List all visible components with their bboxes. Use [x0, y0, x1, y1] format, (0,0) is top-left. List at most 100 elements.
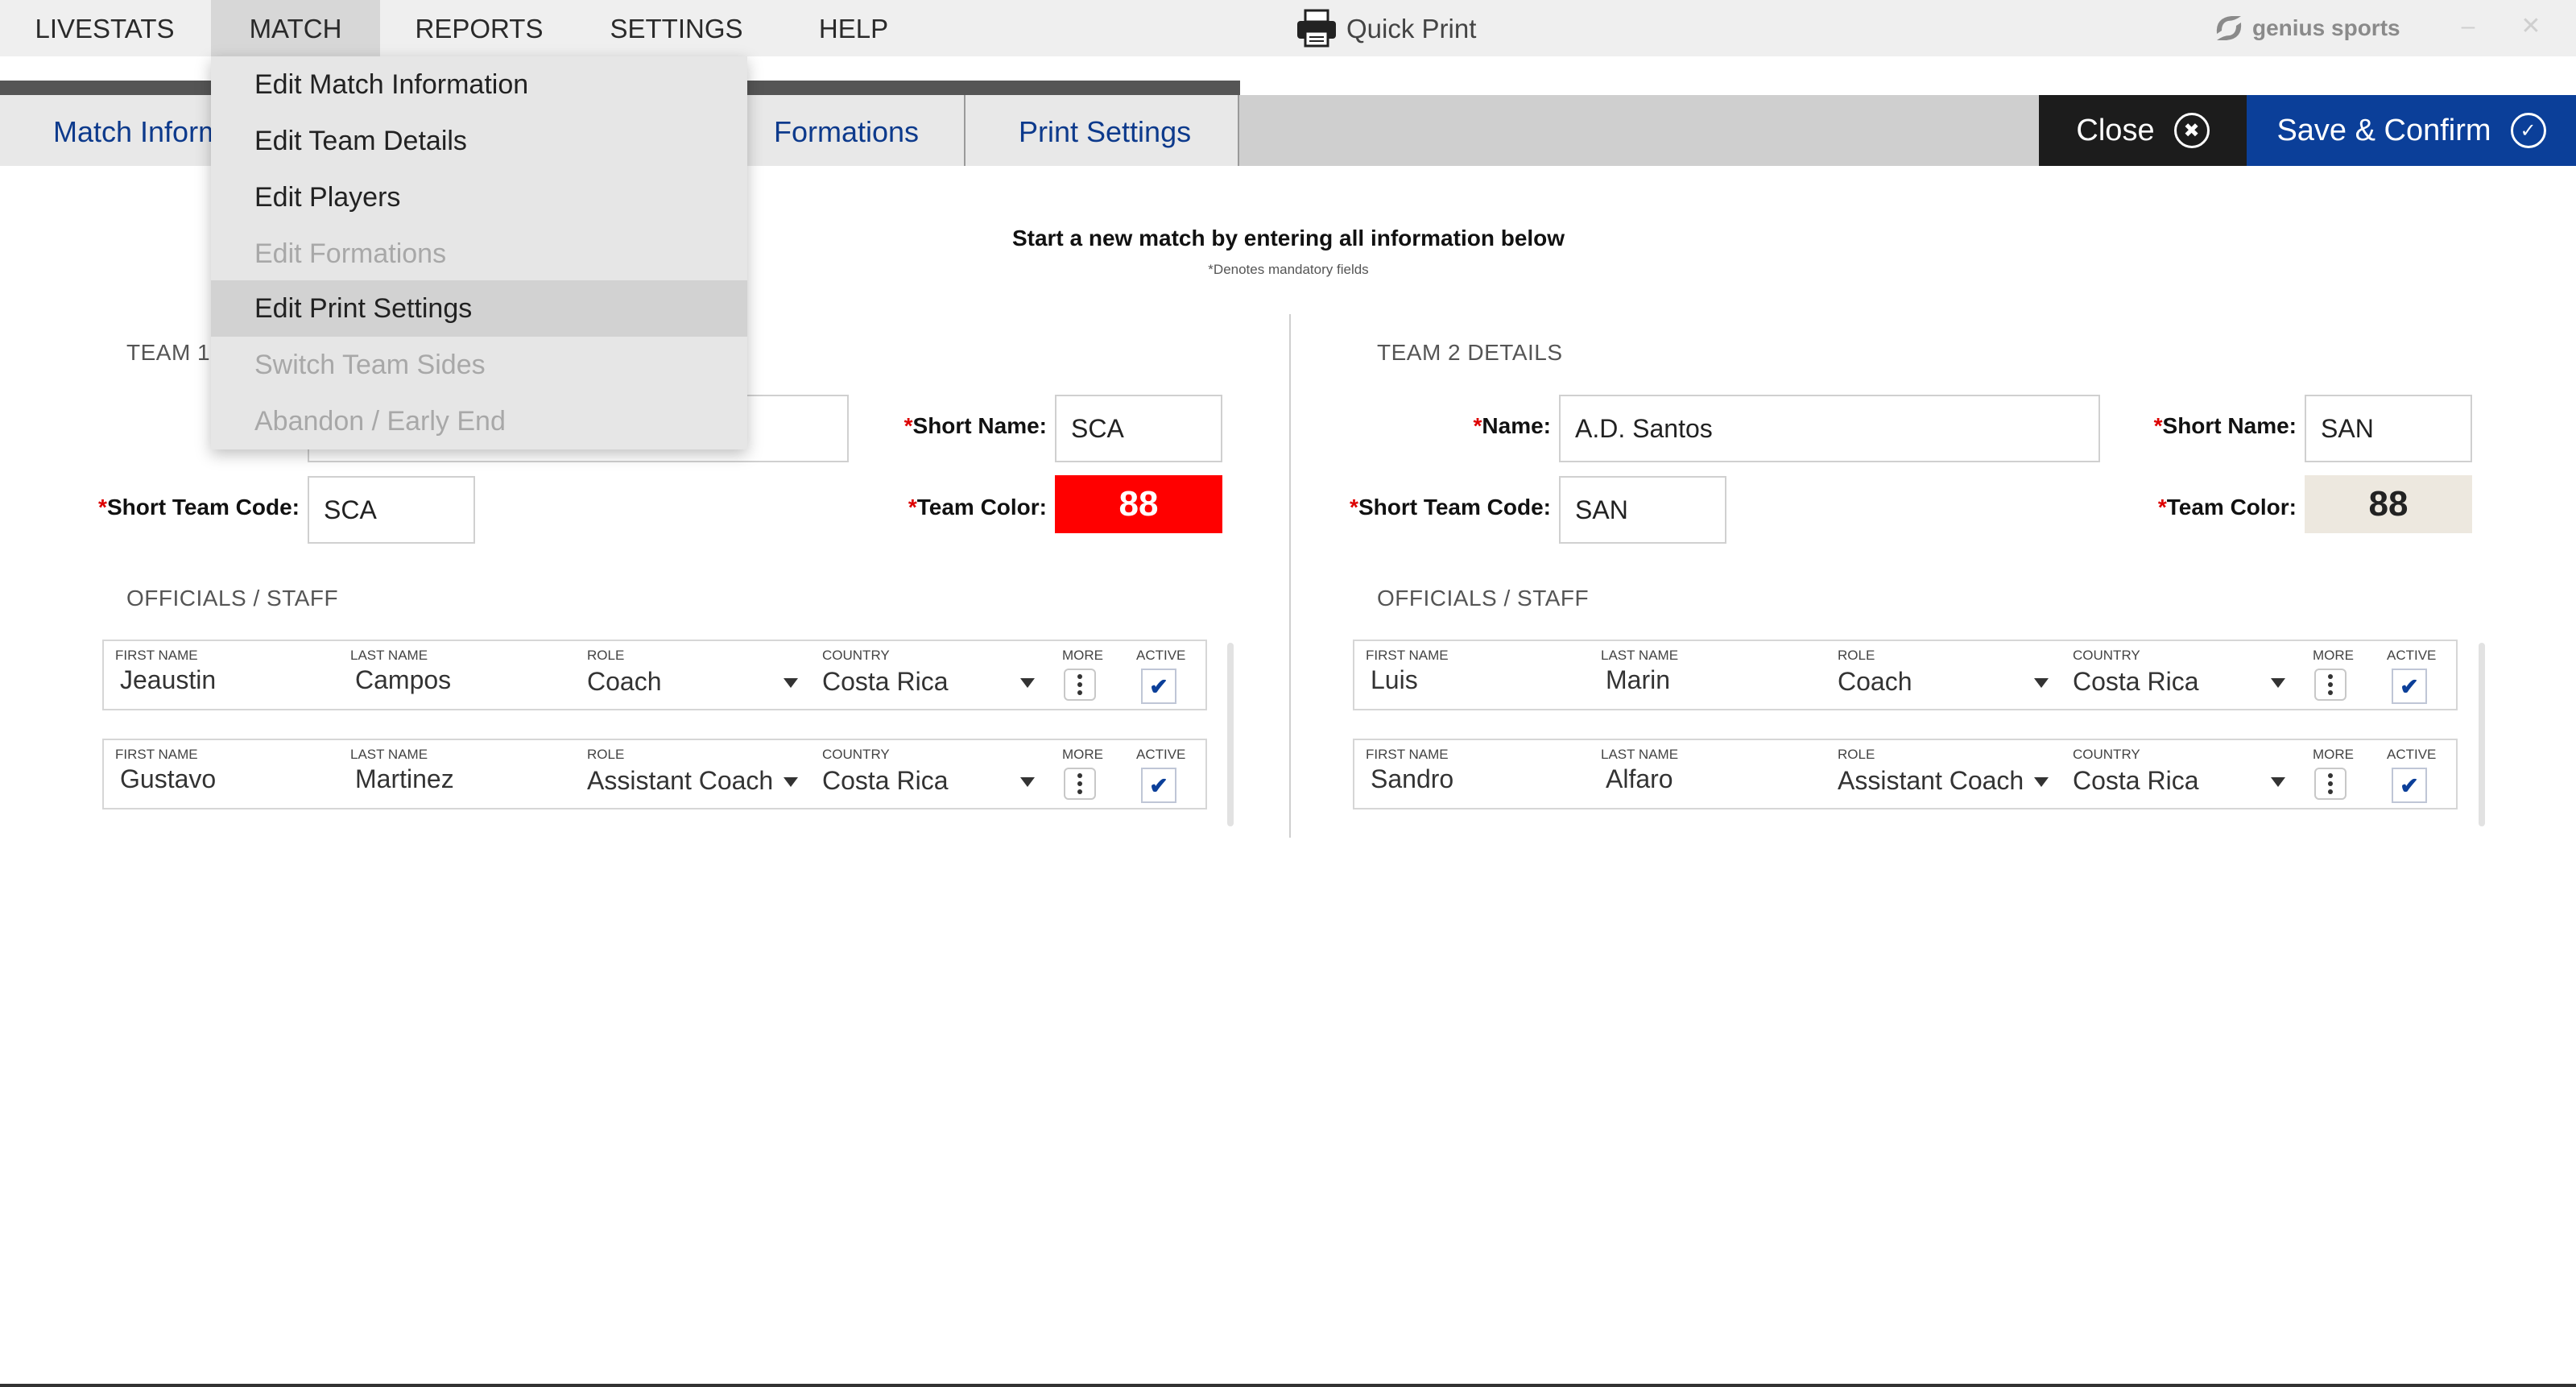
- role-label: ROLE: [587, 747, 625, 762]
- team2-name-label: *Name:: [1473, 413, 1552, 438]
- country-label: COUNTRY: [2073, 648, 2140, 663]
- first-name-label: FIRST NAME: [1366, 747, 1449, 762]
- team2-short-team-code-label: *Short Team Code:: [1350, 495, 1551, 520]
- window-close-button[interactable]: ✕: [2519, 14, 2543, 39]
- more-options-button[interactable]: [2314, 669, 2347, 701]
- active-checkbox[interactable]: ✔: [2392, 768, 2427, 803]
- team1-short-name-label: *Short Name:: [903, 413, 1047, 438]
- more-label: MORE: [2313, 747, 2354, 762]
- last-name-field[interactable]: Martinez: [355, 764, 454, 794]
- country-select[interactable]: Costa Rica: [2073, 766, 2199, 796]
- dropdown-abandon-early-end: Abandon / Early End: [254, 406, 506, 437]
- first-name-field[interactable]: Luis: [1371, 665, 1418, 695]
- chevron-down-icon[interactable]: [1020, 777, 1035, 787]
- more-options-button[interactable]: [2314, 768, 2347, 800]
- role-select[interactable]: Coach: [1838, 667, 1912, 697]
- more-options-button[interactable]: [1064, 768, 1096, 800]
- mandatory-note: *Denotes mandatory fields: [1208, 262, 1369, 277]
- team1-team-color-label: *Team Color:: [908, 495, 1047, 520]
- country-select[interactable]: Costa Rica: [822, 667, 949, 697]
- tab-formations[interactable]: Formations: [719, 95, 965, 166]
- team1-staff-row: FIRST NAME Jeaustin LAST NAME Campos ROL…: [102, 640, 1207, 710]
- dropdown-edit-formations: Edit Formations: [254, 238, 447, 269]
- team1-team-color-swatch[interactable]: 88: [1055, 475, 1222, 533]
- team2-short-name-input[interactable]: SAN: [2305, 395, 2472, 462]
- menu-reports[interactable]: REPORTS: [395, 0, 564, 56]
- window-bottom-border: [0, 1384, 2576, 1387]
- country-select[interactable]: Costa Rica: [822, 766, 949, 796]
- last-name-field[interactable]: Marin: [1606, 665, 1670, 695]
- dropdown-edit-match-information[interactable]: Edit Match Information: [211, 56, 747, 113]
- team1-short-team-code-input[interactable]: SCA: [308, 476, 475, 544]
- role-label: ROLE: [587, 648, 625, 663]
- active-checkbox[interactable]: ✔: [1141, 669, 1176, 704]
- close-button[interactable]: Close ✖: [2039, 95, 2247, 166]
- first-name-field[interactable]: Jeaustin: [120, 665, 216, 695]
- first-name-label: FIRST NAME: [115, 648, 198, 663]
- chevron-down-icon[interactable]: [2271, 678, 2285, 688]
- menu-settings[interactable]: SETTINGS: [588, 0, 765, 56]
- role-select[interactable]: Coach: [587, 667, 662, 697]
- active-checkbox[interactable]: ✔: [2392, 669, 2427, 704]
- active-label: ACTIVE: [2387, 648, 2437, 663]
- more-options-button[interactable]: [1064, 669, 1096, 701]
- save-confirm-button[interactable]: Save & Confirm ✓: [2247, 95, 2576, 166]
- first-name-field[interactable]: Gustavo: [120, 764, 216, 794]
- team2-staff-row: FIRST NAME Sandro LAST NAME Alfaro ROLE …: [1353, 739, 2458, 809]
- close-circle-icon: ✖: [2173, 113, 2210, 148]
- team1-officials-heading: OFFICIALS / STAFF: [126, 586, 339, 611]
- first-name-label: FIRST NAME: [1366, 648, 1449, 663]
- role-select[interactable]: Assistant Coach: [1838, 766, 2024, 796]
- more-label: MORE: [2313, 648, 2354, 663]
- country-label: COUNTRY: [822, 747, 890, 762]
- menu-help[interactable]: HELP: [789, 0, 918, 56]
- chevron-down-icon[interactable]: [784, 777, 798, 787]
- check-circle-icon: ✓: [2510, 113, 2546, 148]
- first-name-field[interactable]: Sandro: [1371, 764, 1453, 794]
- dropdown-edit-team-details[interactable]: Edit Team Details: [211, 113, 747, 169]
- last-name-field[interactable]: Campos: [355, 665, 451, 695]
- team1-staff-scrollbar[interactable]: [1227, 643, 1234, 826]
- active-label: ACTIVE: [2387, 747, 2437, 762]
- genius-sports-logo: genius sports: [2210, 8, 2400, 48]
- last-name-label: LAST NAME: [350, 648, 428, 663]
- chevron-down-icon[interactable]: [784, 678, 798, 688]
- dropdown-edit-print-settings[interactable]: Edit Print Settings: [211, 280, 747, 337]
- team2-short-name-label: *Short Name:: [2153, 413, 2297, 438]
- team2-name-input[interactable]: A.D. Santos: [1559, 395, 2100, 462]
- save-confirm-label: Save & Confirm: [2276, 113, 2491, 147]
- last-name-label: LAST NAME: [1601, 648, 1679, 663]
- close-button-label: Close: [2076, 113, 2155, 147]
- team2-staff-scrollbar[interactable]: [2479, 643, 2485, 826]
- team2-team-color-swatch[interactable]: 88: [2305, 475, 2472, 533]
- dropdown-switch-team-sides: Switch Team Sides: [254, 350, 486, 380]
- intro-title: Start a new match by entering all inform…: [1011, 226, 1565, 250]
- country-select[interactable]: Costa Rica: [2073, 667, 2199, 697]
- team2-short-team-code-input[interactable]: SAN: [1559, 476, 1726, 544]
- genius-sports-logo-icon: [2216, 16, 2242, 40]
- team2-team-color-label: *Team Color:: [2157, 495, 2297, 520]
- menu-livestats[interactable]: LIVESTATS: [24, 0, 185, 56]
- tab-print-settings[interactable]: Print Settings: [965, 95, 1239, 166]
- chevron-down-icon[interactable]: [2034, 777, 2049, 787]
- dropdown-edit-players[interactable]: Edit Players: [211, 169, 747, 226]
- last-name-field[interactable]: Alfaro: [1606, 764, 1673, 794]
- tab-match-information[interactable]: Match Information: [0, 95, 217, 166]
- role-select[interactable]: Assistant Coach: [587, 766, 773, 796]
- country-label: COUNTRY: [2073, 747, 2140, 762]
- chevron-down-icon[interactable]: [2034, 678, 2049, 688]
- active-label: ACTIVE: [1136, 747, 1186, 762]
- menu-match[interactable]: MATCH: [211, 0, 380, 56]
- printer-icon: [1297, 9, 1336, 48]
- chevron-down-icon[interactable]: [2271, 777, 2285, 787]
- team1-staff-row: FIRST NAME Gustavo LAST NAME Martinez RO…: [102, 739, 1207, 809]
- minimize-button[interactable]: –: [2456, 14, 2480, 39]
- country-label: COUNTRY: [822, 648, 890, 663]
- team2-staff-row: FIRST NAME Luis LAST NAME Marin ROLE Coa…: [1353, 640, 2458, 710]
- team1-short-name-input[interactable]: SCA: [1055, 395, 1222, 462]
- menu-bar: LIVESTATS MATCH REPORTS SETTINGS HELP Qu…: [0, 0, 2576, 56]
- active-checkbox[interactable]: ✔: [1141, 768, 1176, 803]
- role-label: ROLE: [1838, 747, 1875, 762]
- quick-print-button[interactable]: Quick Print: [1295, 6, 1476, 52]
- chevron-down-icon[interactable]: [1020, 678, 1035, 688]
